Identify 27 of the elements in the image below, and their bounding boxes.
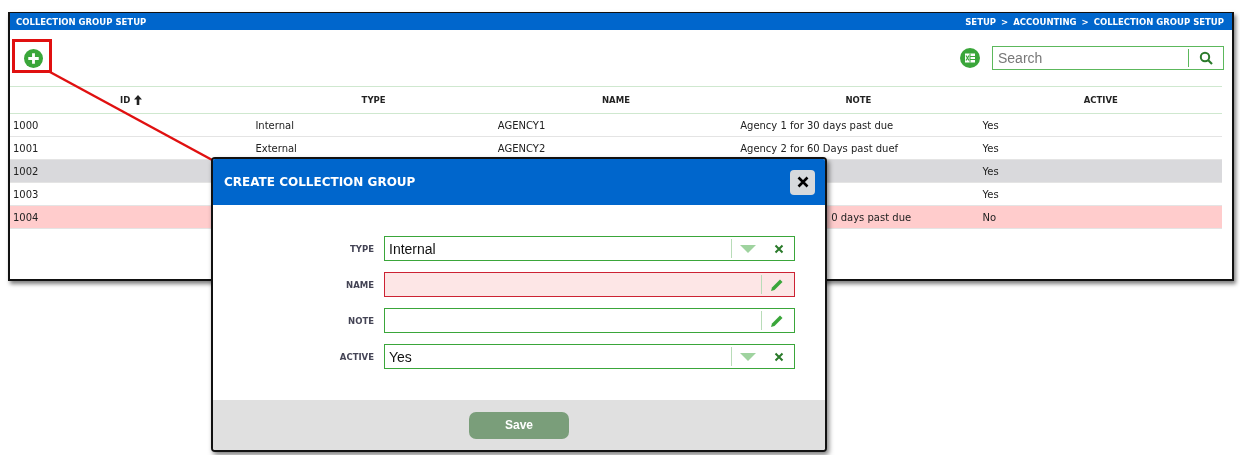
table-cell: 1003	[13, 188, 39, 200]
table-cell: AGENCY1	[497, 119, 546, 131]
dialog-title: CREATE COLLECTION GROUP	[224, 175, 417, 189]
table-cell: AGENCY2	[497, 142, 546, 154]
table-cell: Internal	[255, 119, 294, 131]
field-label: NOTE	[348, 315, 374, 326]
table-cell: 0 days past due	[831, 211, 912, 223]
table-cell: Agency 1 for 30 days past due	[740, 119, 894, 131]
breadcrumb-separator: >	[1081, 16, 1089, 27]
dropdown-value: Yes	[388, 348, 413, 365]
table-cell: External	[255, 142, 297, 154]
field-label: NAME	[346, 279, 374, 290]
table-cell: 1001	[13, 142, 39, 154]
dropdown-value: Internal	[388, 240, 437, 257]
table-cell: 1000	[13, 119, 39, 131]
table-cell: 1002	[13, 165, 39, 177]
table-cell: Yes	[982, 142, 999, 154]
table-cell: No	[982, 211, 997, 223]
table-cell: Yes	[982, 188, 999, 200]
breadcrumb-separator: >	[1001, 16, 1009, 27]
window-title: COLLECTION GROUP SETUP	[16, 16, 148, 27]
table-cell: Agency 2 for 60 Days past duef	[740, 142, 899, 154]
table-cell: Yes	[982, 165, 999, 177]
table-cell: Yes	[982, 119, 999, 131]
table-cell: 1004	[13, 211, 39, 223]
field-label: ACTIVE	[339, 351, 374, 362]
field-label: TYPE	[350, 243, 374, 254]
